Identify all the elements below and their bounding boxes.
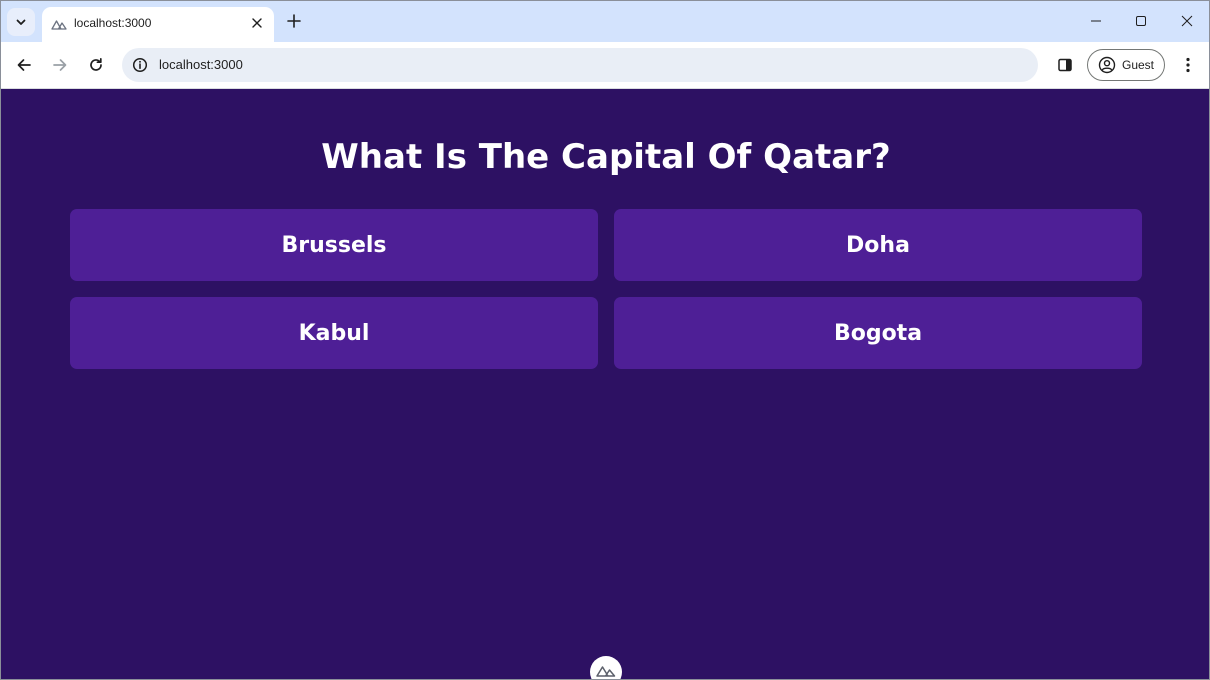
browser-window: localhost:3000 localhost:3000 Guest What… xyxy=(0,0,1210,680)
plus-icon xyxy=(287,14,301,28)
account-circle-icon xyxy=(1098,56,1116,74)
reload-button[interactable] xyxy=(83,52,109,78)
nuxt-devtools-button[interactable] xyxy=(590,656,622,679)
title-bar: localhost:3000 xyxy=(1,1,1209,42)
answer-option-kabul[interactable]: Kabul xyxy=(70,297,598,369)
url-text[interactable]: localhost:3000 xyxy=(159,57,243,72)
tab-close-button[interactable] xyxy=(248,14,266,32)
side-panel-button[interactable] xyxy=(1053,53,1077,77)
address-bar[interactable]: localhost:3000 xyxy=(122,48,1038,82)
browser-tab[interactable]: localhost:3000 xyxy=(42,7,274,42)
minimize-icon xyxy=(1091,20,1101,22)
minimize-button[interactable] xyxy=(1081,7,1111,35)
question-title: What Is The Capital Of Qatar? xyxy=(321,137,891,177)
profile-button[interactable]: Guest xyxy=(1087,49,1165,81)
tab-title: localhost:3000 xyxy=(74,16,152,30)
chevron-down-icon xyxy=(16,19,26,25)
arrow-left-icon xyxy=(17,59,31,71)
browser-toolbar: localhost:3000 Guest xyxy=(1,42,1209,89)
tab-search-button[interactable] xyxy=(7,8,35,36)
info-icon xyxy=(132,57,148,73)
new-tab-button[interactable] xyxy=(283,10,305,32)
back-button[interactable] xyxy=(11,52,37,78)
answer-option-doha[interactable]: Doha xyxy=(614,209,1142,281)
side-panel-icon xyxy=(1058,58,1072,72)
forward-button[interactable] xyxy=(47,52,73,78)
nuxt-logo-icon xyxy=(596,666,616,677)
close-icon xyxy=(1181,15,1193,27)
browser-menu-button[interactable] xyxy=(1177,53,1199,77)
profile-label: Guest xyxy=(1122,58,1155,72)
nuxt-logo-icon xyxy=(51,20,67,30)
maximize-button[interactable] xyxy=(1126,7,1156,35)
maximize-icon xyxy=(1136,16,1146,26)
window-close-button[interactable] xyxy=(1172,7,1202,35)
quiz-page: What Is The Capital Of Qatar? Brussels D… xyxy=(1,89,1209,679)
arrow-right-icon xyxy=(53,59,67,71)
close-icon xyxy=(252,18,262,28)
site-info-button[interactable] xyxy=(130,55,150,75)
answer-option-bogota[interactable]: Bogota xyxy=(614,297,1142,369)
answer-option-brussels[interactable]: Brussels xyxy=(70,209,598,281)
reload-icon xyxy=(90,57,102,71)
more-vertical-icon xyxy=(1186,57,1190,73)
